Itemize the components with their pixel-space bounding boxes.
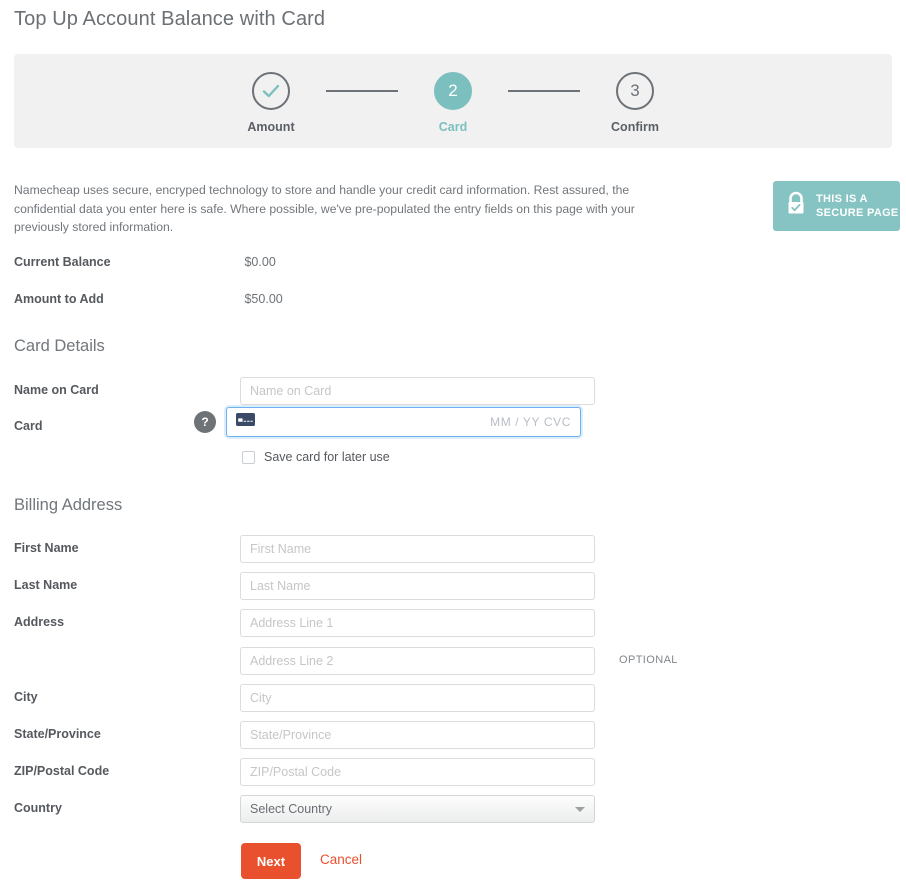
last-name-label: Last Name	[14, 578, 78, 592]
state-province-label: State/Province	[14, 727, 101, 741]
name-on-card-label: Name on Card	[14, 383, 99, 397]
lock-check-icon	[785, 191, 807, 222]
last-name-input[interactable]	[240, 572, 595, 600]
name-on-card-row: Name on Card	[14, 377, 894, 405]
stepper-circle-card: 2	[434, 72, 472, 110]
stepper-label-amount: Amount	[247, 120, 295, 134]
zip-postal-code-label: ZIP/Postal Code	[14, 764, 110, 778]
country-row: Country Select Country	[14, 795, 894, 823]
secure-page-line2: SECURE PAGE	[816, 207, 899, 219]
credit-card-icon	[236, 413, 255, 431]
first-name-input[interactable]	[240, 535, 595, 563]
save-card-label: Save card for later use	[264, 450, 390, 464]
stepper-circle-confirm: 3	[616, 72, 654, 110]
last-name-row: Last Name	[14, 572, 894, 600]
address-line2-optional-tag: OPTIONAL	[619, 654, 678, 666]
address-label: Address	[14, 615, 65, 629]
stepper-step-confirm[interactable]: 3 Confirm	[580, 72, 690, 134]
city-input[interactable]	[240, 684, 595, 712]
state-province-row: State/Province	[14, 721, 894, 749]
save-card-checkbox-row[interactable]: Save card for later use	[242, 450, 390, 464]
stepper-label-confirm: Confirm	[611, 120, 659, 134]
next-button[interactable]: Next	[241, 843, 301, 879]
secure-page-badge: THIS IS A SECURE PAGE	[773, 181, 900, 231]
check-icon	[260, 80, 282, 102]
secure-page-line1: THIS IS A	[816, 193, 868, 205]
card-label: Card	[14, 419, 43, 433]
card-expiry-cvc-hint: MM / YY CVC	[490, 415, 571, 429]
amount-to-add-row: Amount to Add $50.00	[14, 292, 614, 306]
address-line1-input[interactable]	[240, 609, 595, 637]
stepper-step-amount[interactable]: Amount	[216, 72, 326, 134]
billing-address-heading: Billing Address	[14, 496, 123, 514]
name-on-card-input[interactable]	[240, 377, 595, 405]
security-notice-text: Namecheap uses secure, encryped technolo…	[14, 183, 635, 235]
save-card-checkbox[interactable]	[242, 450, 255, 464]
chevron-down-icon	[575, 806, 585, 812]
cancel-link[interactable]: Cancel	[320, 852, 362, 867]
address-line1-row: Address	[14, 609, 894, 637]
stepper-connector-2	[508, 90, 580, 92]
zip-postal-code-input[interactable]	[240, 758, 595, 786]
address-line2-row: OPTIONAL	[14, 647, 894, 675]
card-details-heading: Card Details	[14, 337, 105, 355]
stepper: Amount 2 Card 3 Confirm	[14, 72, 892, 134]
page-title: Top Up Account Balance with Card	[14, 8, 326, 30]
country-label: Country	[14, 801, 62, 815]
country-select[interactable]: Select Country	[240, 795, 595, 823]
state-province-input[interactable]	[240, 721, 595, 749]
zip-postal-code-row: ZIP/Postal Code	[14, 758, 894, 786]
current-balance-label: Current Balance	[14, 255, 111, 269]
first-name-label: First Name	[14, 541, 79, 555]
secure-page-label: THIS IS A SECURE PAGE	[816, 192, 899, 220]
current-balance-value: $0.00	[244, 255, 276, 269]
stepper-label-card: Card	[438, 120, 468, 134]
amount-to-add-label: Amount to Add	[14, 292, 104, 306]
city-label: City	[14, 690, 38, 704]
amount-to-add-value: $50.00	[244, 292, 283, 306]
stepper-panel: Amount 2 Card 3 Confirm	[14, 54, 892, 148]
stepper-circle-amount	[252, 72, 290, 110]
city-row: City	[14, 684, 894, 712]
card-number-input[interactable]: MM / YY CVC	[226, 407, 581, 437]
current-balance-row: Current Balance $0.00	[14, 255, 614, 269]
first-name-row: First Name	[14, 535, 894, 563]
country-select-value: Select Country	[250, 802, 332, 816]
stepper-connector-1	[326, 90, 398, 92]
address-line2-input[interactable]	[240, 647, 595, 675]
stepper-step-card[interactable]: 2 Card	[398, 72, 508, 134]
